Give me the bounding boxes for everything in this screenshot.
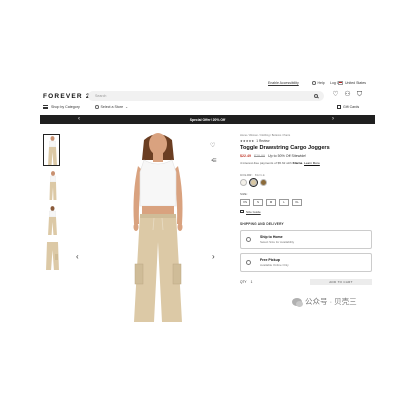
size-s-button[interactable]: S: [253, 198, 263, 206]
klarna-learn-more[interactable]: Learn More: [304, 161, 320, 165]
size-m-button[interactable]: M: [266, 198, 276, 206]
size-xs-button[interactable]: XS: [240, 198, 250, 206]
ruler-icon: [240, 209, 244, 214]
price-promo-note: Up to 50% Off Sitewide!: [268, 154, 307, 158]
country-label: United States: [345, 81, 367, 85]
ship-title: Ship to Home: [260, 234, 283, 239]
thumbnail-detail[interactable]: [43, 239, 60, 271]
watermark: 公众号 · 贝壳三: [292, 296, 357, 307]
klarna-note: 4 interest-free payments of $5.62 with K…: [240, 160, 320, 165]
thumbnail-list: [43, 134, 60, 274]
thumbnail-back[interactable]: [43, 204, 60, 236]
thumbnail-front[interactable]: [43, 134, 60, 166]
select-store-button[interactable]: Select a Store ⌄: [95, 105, 128, 109]
pickup-radio[interactable]: [246, 260, 251, 265]
gift-cards-label: Gift Cards: [343, 105, 360, 109]
search-input[interactable]: Search: [95, 94, 314, 98]
help-label: Help: [317, 81, 325, 85]
accessibility-link[interactable]: Enable Accessibility: [268, 81, 299, 85]
size-guide-label: Size Guide: [246, 209, 261, 214]
swatch-brown[interactable]: [260, 179, 267, 186]
ship-subtitle: Select Size for Availability: [260, 239, 295, 244]
heart-icon[interactable]: ♡: [332, 91, 339, 98]
size-options: XS S M L XL: [240, 198, 375, 206]
product-info: Home / Women / Clothing / Bottoms / Pant…: [240, 134, 375, 285]
size-guide-link[interactable]: Size Guide: [240, 210, 375, 214]
gift-card-icon: [337, 105, 341, 109]
page: Enable Accessibility Help Log Out United…: [0, 0, 400, 400]
image-prev-icon[interactable]: ‹: [76, 252, 79, 261]
chevron-down-icon: ⌄: [125, 105, 129, 109]
price-row: $22.49 $29.99 Up to 50% Off Sitewide!: [240, 154, 375, 158]
review-count[interactable]: 1 Review: [256, 139, 269, 143]
breadcrumb[interactable]: Home / Women / Clothing / Bottoms / Pant…: [240, 134, 375, 137]
nav-bar: Shop by Category Select a Store ⌄ Gift Ca…: [40, 105, 375, 113]
utility-bar: Enable Accessibility Help Log Out United…: [40, 81, 375, 89]
quantity-stepper[interactable]: 1: [251, 280, 253, 284]
product-page: Enable Accessibility Help Log Out United…: [40, 78, 375, 323]
pickup-title: Free Pickup: [260, 257, 280, 262]
size-l-button[interactable]: L: [279, 198, 289, 206]
watermark-text: 公众号 · 贝壳三: [305, 297, 357, 306]
search-bar[interactable]: Search: [88, 91, 324, 101]
klarna-prefix: 4 interest-free payments of $5.62 with: [240, 160, 292, 165]
help-link[interactable]: Help: [312, 81, 325, 85]
search-icon[interactable]: [314, 94, 318, 98]
image-next-icon[interactable]: ›: [212, 252, 215, 261]
original-price: $29.99: [254, 154, 265, 158]
account-icon[interactable]: ⚇: [344, 91, 351, 98]
add-to-cart-button[interactable]: ADD TO CART: [310, 278, 372, 285]
size-xl-button[interactable]: XL: [292, 198, 302, 206]
sale-price: $22.49: [240, 154, 251, 158]
rating[interactable]: ★★★★★ 1 Review: [240, 139, 375, 143]
shop-by-category-button[interactable]: Shop by Category: [43, 105, 80, 109]
hamburger-icon: [43, 105, 48, 109]
product-title: Toggle Drawstring Cargo Joggers: [240, 145, 330, 151]
color-swatches: [240, 177, 375, 188]
gift-cards-link[interactable]: Gift Cards: [337, 105, 359, 109]
wechat-icon: [292, 297, 303, 307]
qty-label: QTY: [240, 279, 247, 284]
promo-prev-icon[interactable]: ‹: [78, 116, 80, 122]
us-flag-icon: [338, 81, 343, 85]
ship-radio[interactable]: [246, 237, 251, 242]
header-icons: ♡ ⚇ ⛉: [332, 91, 363, 98]
promo-next-icon[interactable]: ›: [332, 116, 334, 122]
shop-by-category-label: Shop by Category: [51, 105, 80, 109]
klarna-brand: Klarna: [292, 160, 303, 165]
thumbnail-side[interactable]: [43, 169, 60, 201]
bag-icon[interactable]: ⛉: [356, 91, 363, 98]
promo-bar: ‹ Special Offer! 20% Off ›: [40, 115, 375, 124]
pickup-subtitle: Available Online Only: [260, 262, 289, 267]
color-label: COLOR: BEIGE: [240, 173, 375, 177]
ship-to-home-option[interactable]: Ship to Home Select Size for Availabilit…: [240, 229, 372, 249]
product-main-image: [102, 132, 214, 322]
share-icon[interactable]: ⋲: [211, 158, 217, 164]
size-label: SIZE:: [240, 192, 248, 196]
shipping-header: SHIPPING AND DELIVERY: [240, 221, 284, 226]
promo-text[interactable]: Special Offer! 20% Off: [190, 118, 226, 122]
free-pickup-option[interactable]: Free Pickup Available Online Only: [240, 252, 372, 272]
wishlist-heart-icon[interactable]: ♡: [210, 142, 215, 149]
help-icon: [312, 81, 316, 85]
swatch-beige[interactable]: [248, 177, 259, 188]
quantity-row: QTY 1 ADD TO CART: [240, 278, 375, 285]
store-pin-icon: [95, 105, 99, 109]
select-store-label: Select a Store: [100, 105, 124, 109]
color-name: BEIGE: [254, 172, 265, 177]
country-selector[interactable]: United States: [338, 81, 366, 85]
swatch-white[interactable]: [240, 179, 247, 186]
color-label-text: COLOR:: [240, 172, 253, 177]
rating-stars: ★★★★★: [240, 139, 255, 143]
